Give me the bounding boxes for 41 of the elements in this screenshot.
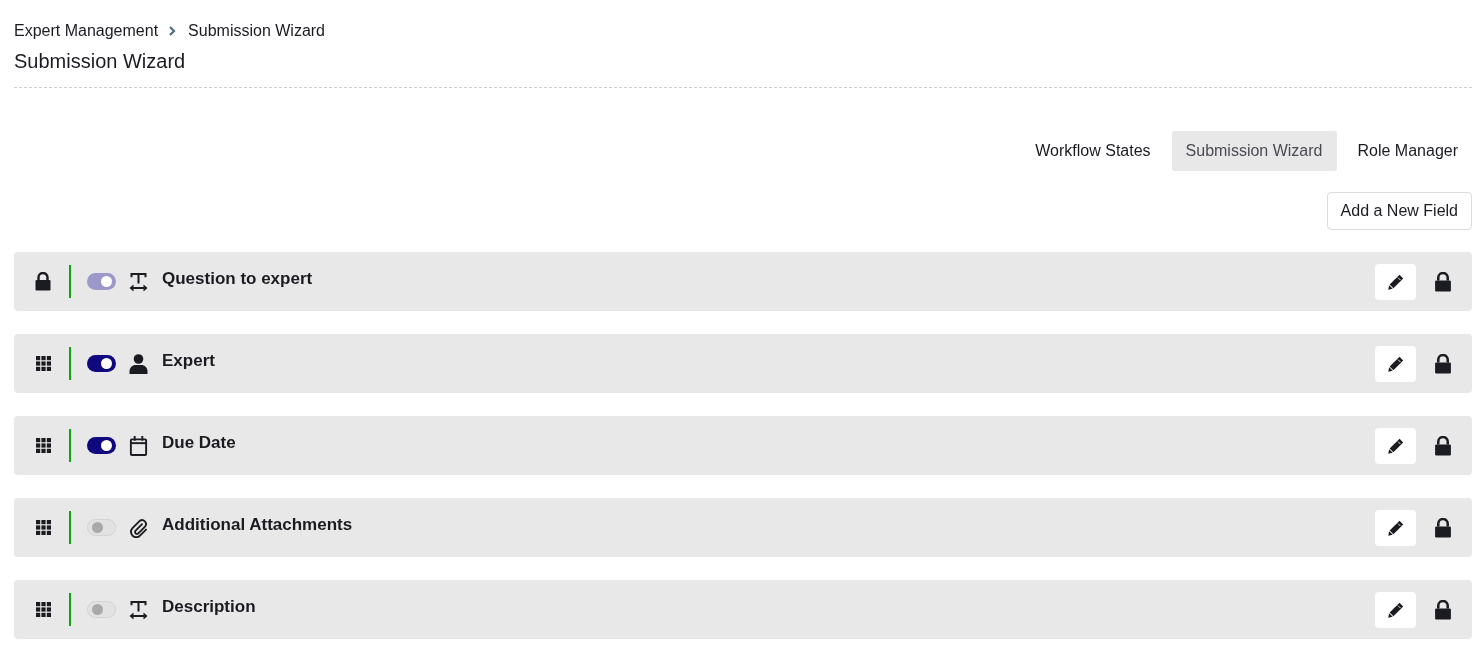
- person-icon: [129, 353, 148, 374]
- pencil-icon: [1387, 273, 1404, 290]
- lock-icon: [1434, 517, 1452, 538]
- toggle-switch[interactable]: [87, 601, 116, 618]
- toggle-switch[interactable]: [87, 437, 116, 454]
- lock-icon: [1434, 435, 1452, 456]
- breadcrumb-current: Submission Wizard: [188, 21, 325, 41]
- lock-icon: [1434, 271, 1452, 292]
- page-title: Submission Wizard: [14, 48, 1472, 88]
- chevron-icon: [169, 26, 177, 36]
- edit-button[interactable]: [1375, 427, 1416, 464]
- drag-handle-icon[interactable]: [36, 438, 51, 453]
- lock-icon: [1434, 353, 1452, 374]
- pencil-icon: [1387, 601, 1404, 618]
- pencil-icon: [1387, 519, 1404, 536]
- drag-handle-icon[interactable]: [36, 602, 51, 617]
- field-label: Expert: [162, 350, 215, 371]
- paperclip-icon: [129, 517, 148, 538]
- text-field-icon: [129, 271, 148, 292]
- field-label: Due Date: [162, 432, 236, 453]
- toggle-switch[interactable]: [87, 519, 116, 536]
- tab[interactable]: Workflow States: [1021, 131, 1165, 171]
- breadcrumb-link[interactable]: Expert Management: [14, 21, 159, 41]
- field-label: Additional Attachments: [162, 514, 353, 535]
- pencil-icon: [1387, 355, 1404, 372]
- edit-button[interactable]: [1375, 263, 1416, 300]
- edit-button[interactable]: [1375, 591, 1416, 628]
- field-label: Question to expert: [162, 268, 313, 289]
- lock-icon: [1434, 599, 1452, 620]
- calendar-icon: [129, 435, 148, 456]
- toggle-switch[interactable]: [87, 355, 116, 372]
- text-field-icon: [129, 599, 148, 620]
- tab[interactable]: Submission Wizard: [1171, 131, 1337, 171]
- field-label: Description: [162, 596, 256, 617]
- tab[interactable]: Role Manager: [1343, 131, 1472, 171]
- edit-button[interactable]: [1375, 345, 1416, 382]
- drag-handle-icon[interactable]: [36, 356, 51, 371]
- pencil-icon: [1387, 437, 1404, 454]
- drag-handle-icon[interactable]: [36, 520, 51, 535]
- edit-button[interactable]: [1375, 509, 1416, 546]
- add-field-button[interactable]: Add a New Field: [1326, 192, 1472, 230]
